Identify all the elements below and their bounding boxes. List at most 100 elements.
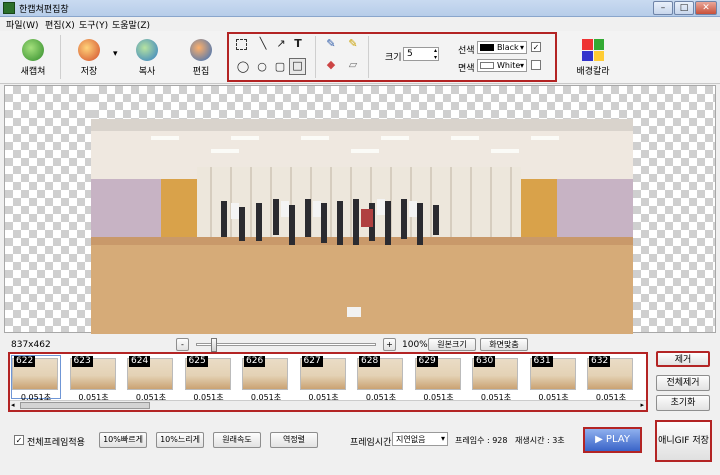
frame-number: 622 [14,356,36,367]
separator [315,36,316,78]
frame-item[interactable]: 627 0.051초 [299,356,348,402]
stepper-arrows-icon: ▴ ▾ [433,47,437,61]
bg-color-label: 배경칼라 [576,67,610,77]
minimize-button[interactable]: – [653,1,673,15]
play-button[interactable]: ▶ PLAY [583,427,642,453]
arrow-icon[interactable]: ↗ [274,37,288,51]
eraser-icon[interactable]: ▱ [346,58,360,72]
palette-icon [582,39,604,61]
save-gif-button[interactable]: 애니GIF 저장 [655,420,712,462]
frame-item[interactable]: 623 0.051초 [69,356,118,402]
transparent-background [633,86,715,332]
chevron-down-icon: ▾ [440,434,445,443]
frame-number: 631 [531,356,553,367]
fit-screen-button[interactable]: 화면맞춤 [480,338,528,351]
menu-tools[interactable]: 도구(Y) [79,18,108,31]
new-capture-button[interactable]: 새캡쳐 [14,39,52,77]
frame-item[interactable]: 631 0.051초 [529,356,578,402]
menu-bar: 파일(W) 편집(X) 도구(Y) 도움말(Z) [0,17,720,31]
remove-frame-button[interactable]: 제거 [656,351,710,367]
original-speed-button[interactable]: 원래속도 [213,432,261,448]
line-color-label: 선색 [458,46,475,56]
rounded-rect-icon[interactable]: ▢ [273,60,287,74]
frame-number: 624 [129,356,151,367]
menu-help[interactable]: 도움말(Z) [112,18,150,31]
menu-edit[interactable]: 편집(X) [45,18,75,31]
zoom-slider-thumb[interactable] [210,338,217,352]
captured-image[interactable] [91,119,633,334]
frame-number: 625 [186,356,208,367]
line-color-checkbox[interactable]: ✓ [531,42,541,52]
edit-button[interactable]: 편집 [182,39,220,77]
dance-studio-image [91,119,633,334]
frame-number: 627 [301,356,323,367]
app-icon [3,2,15,14]
frame-time-label: 프레임시간 [350,438,392,448]
frame-scrollbar[interactable]: ◂ ▸ [10,400,646,410]
transparent-background [91,86,633,119]
rectangle-icon[interactable]: □ [289,58,306,75]
copy-button[interactable]: 복사 [128,39,166,77]
apply-all-label: 전체프레임적용 [27,438,85,448]
separator [368,36,369,78]
fill-color-select[interactable]: White ▾ [477,59,527,72]
scroll-thumb[interactable] [20,402,150,409]
canvas-area[interactable] [4,85,716,334]
frame-item[interactable]: 622 0.051초 [11,355,61,402]
reset-button[interactable]: 초기화 [656,395,710,411]
save-label: 저장 [80,67,98,77]
zoom-out-button[interactable]: - [176,338,189,351]
frame-item[interactable]: 629 0.051초 [414,356,463,402]
select-rect-icon[interactable] [236,39,247,50]
circle-icon[interactable]: ○ [255,60,269,74]
size-stepper[interactable]: 5 ▴ ▾ [403,47,439,61]
frame-item[interactable]: 632 0.051초 [587,356,635,402]
reverse-button[interactable]: 역정렬 [270,432,318,448]
pen-icon[interactable]: ✎ [324,37,338,51]
slower-button[interactable]: 10%느리게 [156,432,204,448]
ellipse-icon[interactable]: ◯ [236,60,250,74]
maximize-button[interactable]: □ [674,1,694,15]
zoom-in-button[interactable]: + [383,338,396,351]
frame-item[interactable]: 625 0.051초 [184,356,233,402]
image-size-label: 837x462 [11,340,51,350]
fill-color-value: White [497,61,521,70]
frame-number: 630 [474,356,496,367]
fill-color-checkbox[interactable] [531,60,541,70]
frame-item[interactable]: 628 0.051초 [357,356,405,402]
scroll-right-icon[interactable]: ▸ [640,401,644,409]
line-color-select[interactable]: Black ▾ [477,41,527,54]
frame-item[interactable]: 630 0.051초 [472,356,520,402]
background-color-button[interactable]: 배경칼라 [572,39,614,77]
chevron-down-icon: ▾ [519,61,524,70]
camera-icon [22,39,44,61]
frame-time-select[interactable]: 지연없음 ▾ [392,432,448,446]
frame-item[interactable]: 624 0.051초 [127,356,175,402]
menu-file[interactable]: 파일(W) [6,18,38,31]
zoom-percent: 100% [402,340,428,350]
highlighter-icon[interactable]: ✎ [346,37,360,51]
original-size-button[interactable]: 원본크기 [428,338,476,351]
new-capture-label: 새캡쳐 [20,67,46,77]
close-button[interactable]: ✕ [695,1,717,15]
frame-number: 626 [244,356,266,367]
bottom-bar: ✓ 전체프레임적용 10%빠르게 10%느리게 원래속도 역정렬 프레임시간 지… [0,420,720,475]
frame-count: 프레임수 : 928 [455,436,508,445]
line-icon[interactable]: ╲ [256,37,270,51]
zoom-slider-track[interactable] [196,338,376,352]
fill-bucket-icon[interactable]: ◆ [324,58,338,72]
color-swatch-white [480,62,494,69]
apply-all-checkbox[interactable]: ✓ [14,435,24,445]
color-swatch-black [480,44,494,51]
save-button[interactable]: 저장 [70,39,108,77]
save-icon [78,39,100,61]
fill-color-label: 면색 [458,64,475,74]
frame-item[interactable]: 626 0.051초 [242,356,290,402]
save-dropdown-arrow[interactable]: ▾ [113,49,118,59]
separator [60,35,61,79]
copy-icon [136,39,158,61]
scroll-left-icon[interactable]: ◂ [11,401,15,409]
remove-all-button[interactable]: 전체제거 [656,375,710,391]
faster-button[interactable]: 10%빠르게 [99,432,147,448]
text-icon[interactable]: T [291,37,305,51]
